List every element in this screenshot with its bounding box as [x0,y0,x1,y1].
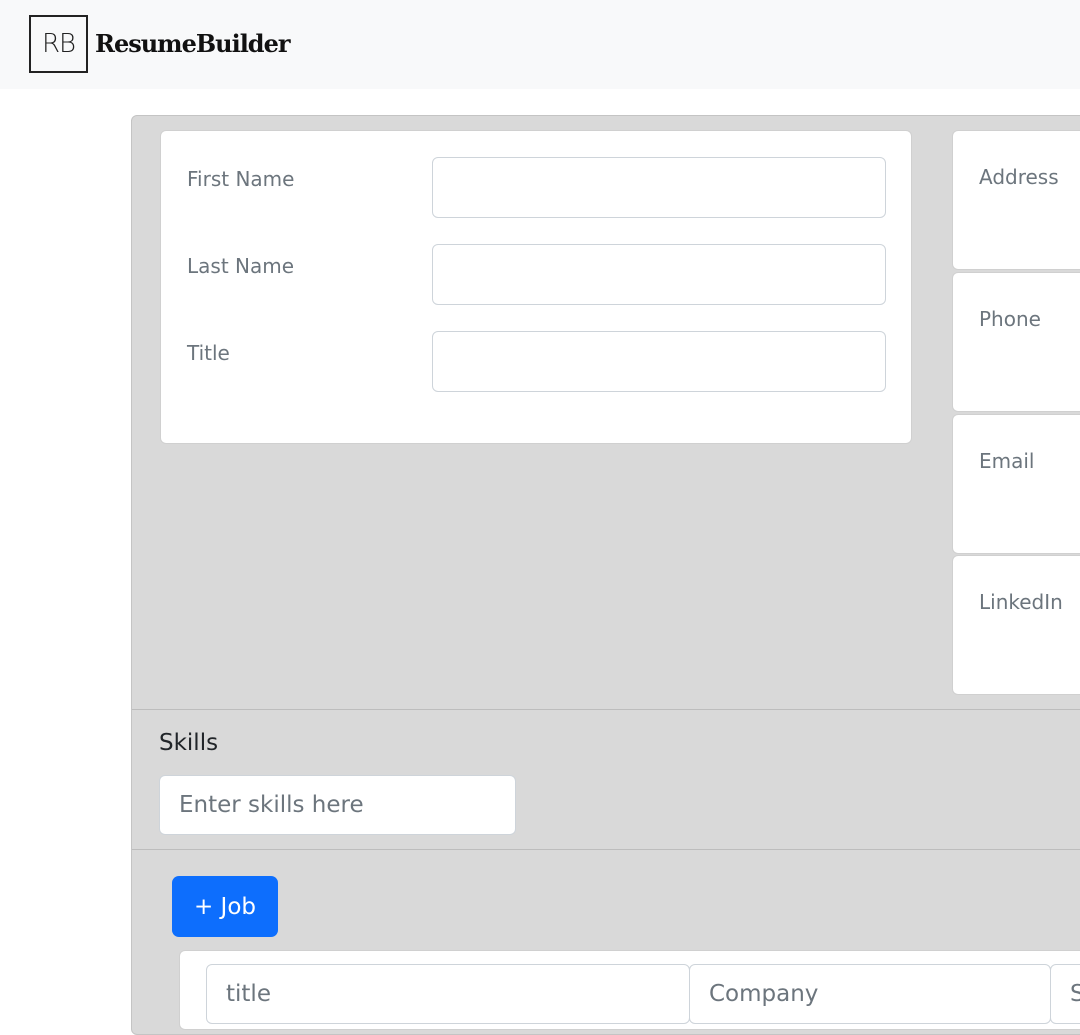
address-label: Address [979,165,1059,189]
email-label: Email [979,449,1035,473]
first-name-label: First Name [187,167,295,191]
phone-panel: Phone [952,272,1080,412]
last-name-input[interactable] [432,244,886,305]
brand-logo[interactable]: RB [29,15,88,73]
title-label: Title [187,341,230,365]
phone-label: Phone [979,307,1041,331]
first-name-input[interactable] [432,157,886,218]
section-divider [132,709,1080,710]
add-job-button[interactable]: + Job [172,876,278,937]
name-panel: First Name Last Name Title [160,130,912,444]
linkedin-label: LinkedIn [979,590,1063,614]
brand-name[interactable]: ResumeBuilder [95,29,291,58]
job-start-input[interactable] [1050,964,1080,1024]
skills-input[interactable] [159,775,516,835]
linkedin-panel: LinkedIn [952,555,1080,695]
section-divider [132,849,1080,850]
navbar: RB ResumeBuilder [0,0,1080,89]
title-input[interactable] [432,331,886,392]
job-title-input[interactable] [206,964,690,1024]
job-company-input[interactable] [689,964,1051,1024]
address-panel: Address [952,130,1080,270]
skills-heading: Skills [159,730,219,756]
email-panel: Email [952,414,1080,554]
last-name-label: Last Name [187,254,295,278]
